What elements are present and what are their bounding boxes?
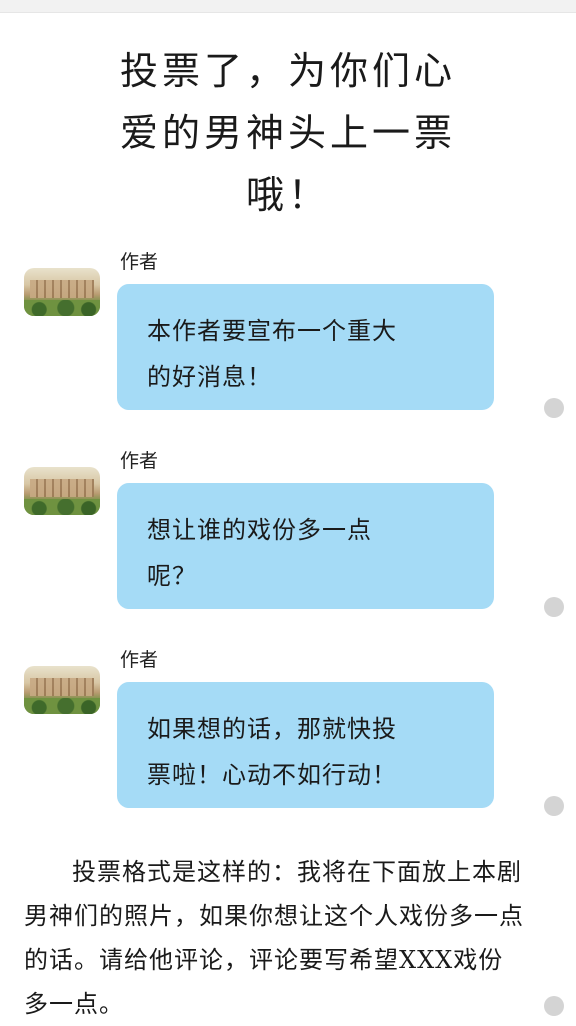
- body-paragraph: 投票格式是这样的：我将在下面放上本剧男神们的照片，如果你想让这个人戏份多一点的话…: [24, 850, 524, 1026]
- message-line: 想让谁的戏份多一点: [147, 516, 372, 544]
- chat-message: 作者 如果想的话，那就快投 票啦！心动不如行动！: [0, 648, 576, 828]
- avatar[interactable]: [24, 467, 100, 515]
- message-line: 的好消息！: [147, 363, 272, 391]
- author-name: 作者: [120, 450, 159, 472]
- avatar[interactable]: [24, 666, 100, 714]
- top-status-strip: [0, 0, 576, 13]
- scroll-dot[interactable]: [544, 996, 564, 1016]
- avatar[interactable]: [24, 268, 100, 316]
- message-bubble: 本作者要宣布一个重大 的好消息！: [117, 284, 494, 410]
- title-line-3: 哦！: [245, 173, 330, 217]
- title-line-1: 投票了，为你们心: [119, 49, 456, 93]
- message-bubble: 想让谁的戏份多一点 呢？: [117, 483, 494, 609]
- scroll-dot[interactable]: [544, 597, 564, 617]
- message-bubble: 如果想的话，那就快投 票啦！心动不如行动！: [117, 682, 494, 808]
- message-line: 如果想的话，那就快投: [147, 715, 397, 743]
- chat-message: 作者 本作者要宣布一个重大 的好消息！: [0, 250, 576, 430]
- scroll-dot[interactable]: [544, 398, 564, 418]
- author-name: 作者: [120, 251, 159, 273]
- message-line: 票啦！心动不如行动！: [147, 761, 397, 789]
- chat-message: 作者 想让谁的戏份多一点 呢？: [0, 449, 576, 629]
- message-line: 呢？: [147, 562, 197, 590]
- author-name: 作者: [120, 649, 159, 671]
- message-line: 本作者要宣布一个重大: [147, 317, 397, 345]
- body-text: 投票格式是这样的：我将在下面放上本剧男神们的照片，如果你想让这个人戏份多一点的话…: [24, 858, 524, 1018]
- scroll-dot[interactable]: [544, 796, 564, 816]
- page-title: 投票了，为你们心 爱的男神头上一票 哦！: [60, 40, 516, 226]
- title-line-2: 爱的男神头上一票: [119, 111, 456, 155]
